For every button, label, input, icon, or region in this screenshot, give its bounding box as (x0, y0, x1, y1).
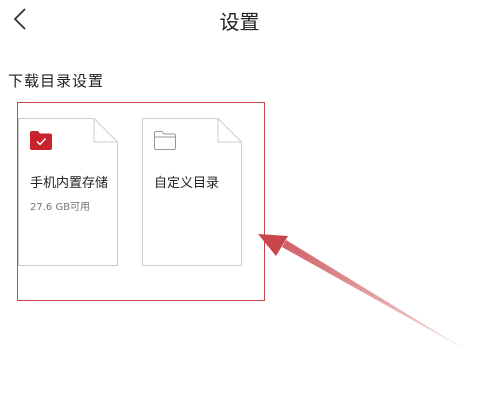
section-title: 下载目录设置 (8, 72, 105, 90)
option-internal-storage[interactable]: 手机内置存储 27.6 GB可用 (18, 118, 118, 266)
option-title: 手机内置存储 (30, 176, 109, 191)
option-title: 自定义目录 (154, 176, 220, 191)
option-custom-directory[interactable]: 自定义目录 (142, 118, 242, 266)
page-title: 设置 (219, 10, 260, 34)
option-free-space: 27.6 GB可用 (30, 202, 91, 213)
folder-outline-icon (154, 131, 176, 150)
folder-check-icon (30, 131, 52, 150)
top-bar: 设置 (0, 0, 479, 40)
